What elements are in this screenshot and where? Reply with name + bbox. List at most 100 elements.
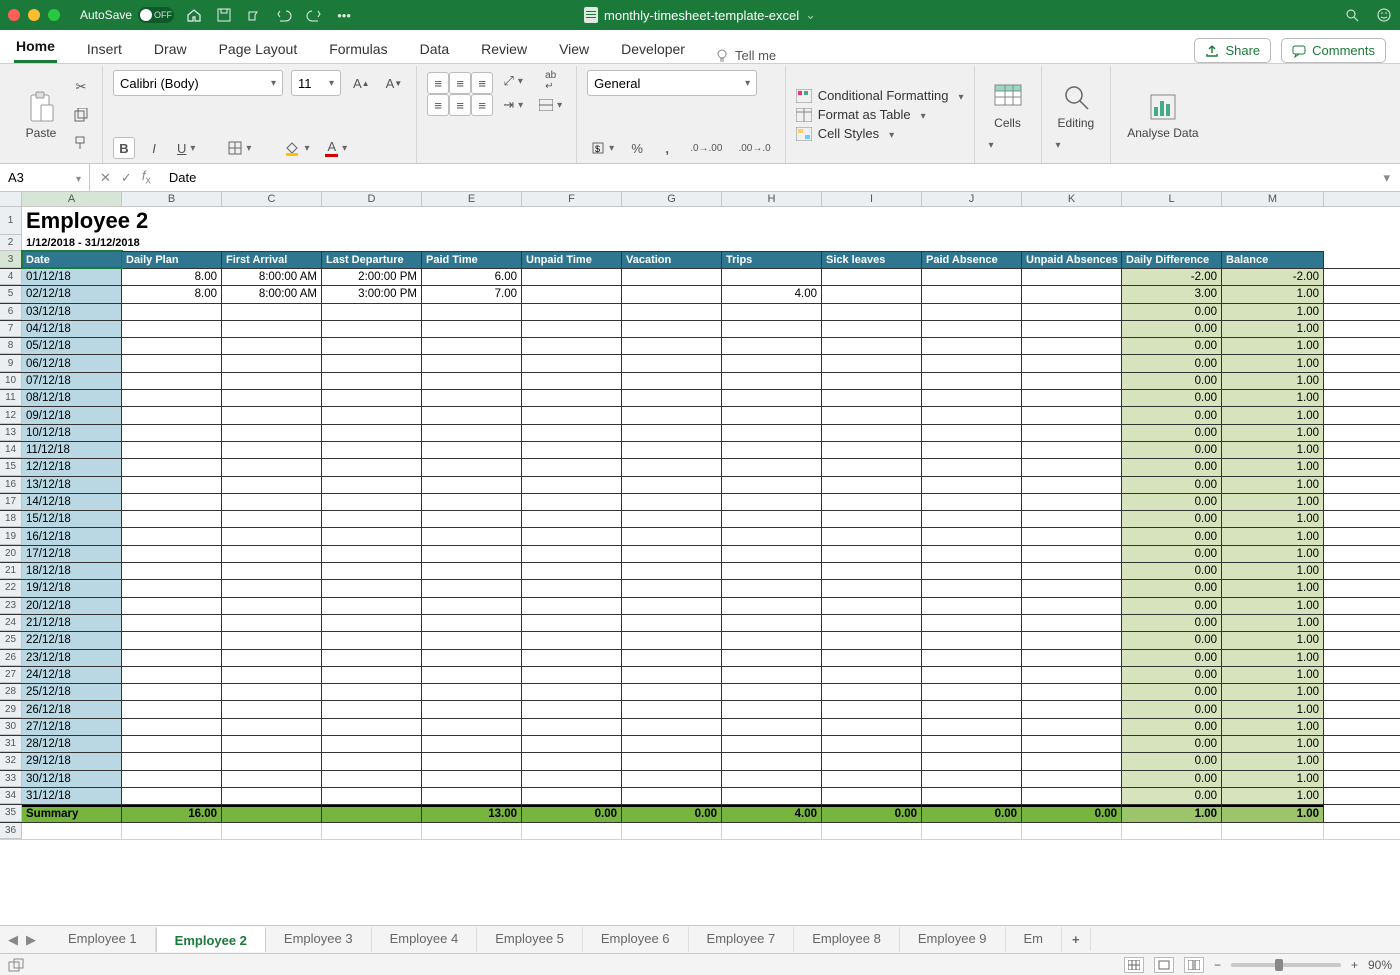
table-header[interactable]: Daily Plan: [122, 251, 222, 268]
cell[interactable]: [922, 494, 1022, 510]
cell[interactable]: [922, 753, 1022, 769]
cell[interactable]: [822, 459, 922, 475]
cell[interactable]: [822, 563, 922, 579]
cell[interactable]: 0.00: [1122, 459, 1222, 475]
cell[interactable]: 09/12/18: [22, 407, 122, 423]
cell[interactable]: 3.00: [1122, 286, 1222, 302]
font-color-button[interactable]: A: [321, 137, 351, 159]
summary-cell[interactable]: [322, 805, 422, 821]
cell[interactable]: 01/12/18: [22, 269, 122, 285]
cell[interactable]: [1022, 286, 1122, 302]
cell[interactable]: [322, 494, 422, 510]
summary-cell[interactable]: 1.00: [1122, 805, 1222, 821]
table-header[interactable]: Sick leaves: [822, 251, 922, 268]
cell[interactable]: [422, 788, 522, 804]
cell[interactable]: [1022, 684, 1122, 700]
tab-insert[interactable]: Insert: [85, 41, 124, 63]
cell[interactable]: [422, 304, 522, 320]
cell[interactable]: [322, 753, 422, 769]
cell[interactable]: [922, 459, 1022, 475]
macro-icon[interactable]: [8, 958, 24, 972]
cell[interactable]: 1.00: [1222, 390, 1324, 406]
cell[interactable]: 12/12/18: [22, 459, 122, 475]
cell[interactable]: 1.00: [1222, 286, 1324, 302]
col-header[interactable]: L: [1122, 192, 1222, 206]
cell[interactable]: [722, 580, 822, 596]
cell[interactable]: 17/12/18: [22, 546, 122, 562]
cell[interactable]: [922, 442, 1022, 458]
cell[interactable]: [422, 477, 522, 493]
cell[interactable]: [622, 667, 722, 683]
cell[interactable]: 1.00: [1222, 615, 1324, 631]
cell[interactable]: [422, 719, 522, 735]
cell[interactable]: [622, 269, 722, 285]
tab-home[interactable]: Home: [14, 38, 57, 63]
cell[interactable]: [422, 563, 522, 579]
cell[interactable]: [522, 321, 622, 337]
sheet-grid[interactable]: A B C D E F G H I J K L M 1Employee 221/…: [0, 192, 1400, 840]
cell[interactable]: 18/12/18: [22, 563, 122, 579]
select-all-corner[interactable]: [0, 192, 22, 206]
cell[interactable]: [222, 425, 322, 441]
cell[interactable]: 1.00: [1222, 511, 1324, 527]
cell[interactable]: [1022, 425, 1122, 441]
fx-icon[interactable]: fx: [142, 168, 151, 187]
tell-me[interactable]: Tell me: [715, 48, 776, 63]
tab-view[interactable]: View: [557, 41, 591, 63]
tab-developer[interactable]: Developer: [619, 41, 687, 63]
cell[interactable]: [622, 684, 722, 700]
table-header[interactable]: Last Departure: [322, 251, 422, 268]
cell[interactable]: [322, 684, 422, 700]
cell[interactable]: [722, 823, 822, 839]
cell[interactable]: [522, 684, 622, 700]
cell[interactable]: [622, 632, 722, 648]
cell[interactable]: [822, 321, 922, 337]
cell[interactable]: 0.00: [1122, 753, 1222, 769]
cell[interactable]: 0.00: [1122, 771, 1222, 787]
cell[interactable]: 0.00: [1122, 598, 1222, 614]
tab-draw[interactable]: Draw: [152, 41, 189, 63]
align-top-center-icon[interactable]: ≡: [449, 72, 471, 94]
cell[interactable]: [522, 477, 622, 493]
cell[interactable]: 0.00: [1122, 580, 1222, 596]
cell[interactable]: [222, 459, 322, 475]
cell[interactable]: [422, 373, 522, 389]
sheet-tab[interactable]: Employee 5: [477, 927, 583, 952]
window-close[interactable]: [8, 9, 20, 21]
cell[interactable]: 1.00: [1222, 719, 1324, 735]
cell[interactable]: [822, 632, 922, 648]
cell[interactable]: [922, 511, 1022, 527]
tab-data[interactable]: Data: [418, 41, 452, 63]
align-bottom-center-icon[interactable]: ≡: [449, 94, 471, 116]
share-button[interactable]: Share: [1194, 38, 1271, 63]
cell[interactable]: [222, 719, 322, 735]
cancel-icon[interactable]: ✕: [100, 170, 111, 186]
cell[interactable]: [822, 286, 922, 302]
cell[interactable]: [322, 598, 422, 614]
cell[interactable]: [122, 650, 222, 666]
cell[interactable]: [522, 494, 622, 510]
summary-cell[interactable]: 0.00: [622, 805, 722, 821]
cell[interactable]: [922, 684, 1022, 700]
cell[interactable]: [622, 598, 722, 614]
align-bottom-right-icon[interactable]: ≡: [471, 94, 493, 116]
cell[interactable]: [122, 563, 222, 579]
cell[interactable]: [522, 667, 622, 683]
cell[interactable]: [922, 736, 1022, 752]
sheet-tab[interactable]: Employee 1: [50, 927, 156, 952]
cell[interactable]: [722, 701, 822, 717]
cell[interactable]: 1.00: [1222, 528, 1324, 544]
cell[interactable]: [622, 650, 722, 666]
cell[interactable]: [222, 494, 322, 510]
tab-formulas[interactable]: Formulas: [327, 41, 389, 63]
cell[interactable]: [322, 390, 422, 406]
cell[interactable]: [222, 407, 322, 423]
cell[interactable]: [1022, 390, 1122, 406]
cell[interactable]: [722, 407, 822, 423]
cell[interactable]: [322, 788, 422, 804]
undo-icon[interactable]: [276, 7, 292, 23]
cell[interactable]: [422, 701, 522, 717]
cell[interactable]: [822, 736, 922, 752]
cell[interactable]: [922, 407, 1022, 423]
cell[interactable]: [922, 528, 1022, 544]
